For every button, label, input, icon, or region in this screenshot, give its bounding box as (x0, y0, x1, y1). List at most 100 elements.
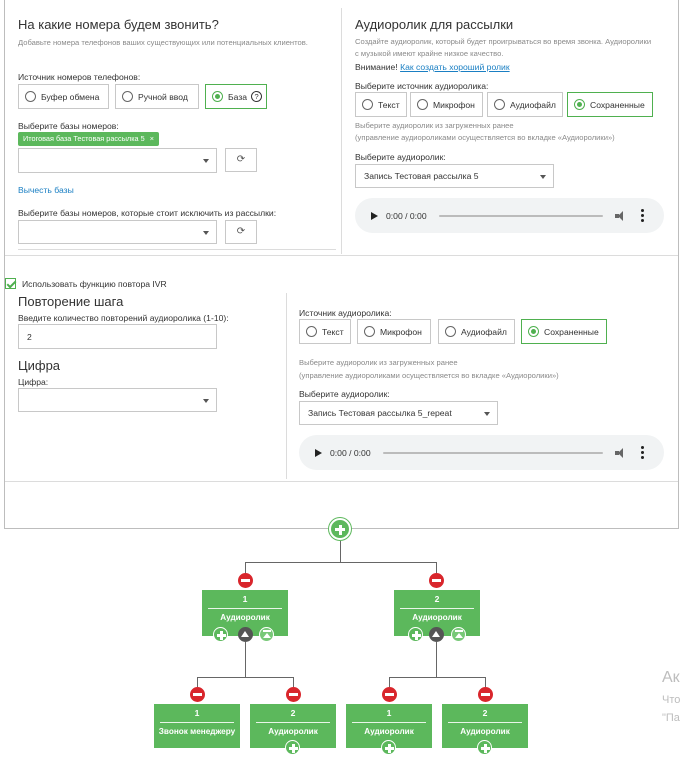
source-base-label: База (228, 91, 248, 102)
remove-step-icon[interactable] (382, 687, 397, 702)
tree-connector (245, 642, 246, 677)
remove-step-icon[interactable] (286, 687, 301, 702)
add-child-icon[interactable] (285, 740, 300, 755)
audio-source-saved-radio[interactable]: Сохраненные (567, 92, 653, 117)
tree-connector (485, 677, 486, 687)
play-icon[interactable] (371, 211, 378, 220)
ivr-repeat-checkbox[interactable] (5, 278, 16, 289)
warning-label: Внимание! (355, 62, 398, 72)
tree-connector (197, 677, 294, 678)
ivr-source-mic-radio[interactable]: Микрофон (357, 319, 431, 344)
audio-progress-track[interactable] (438, 214, 603, 217)
source-base-radio[interactable]: База ? (205, 84, 267, 109)
ivr-source-file-radio[interactable]: Аудиофайл (438, 319, 515, 344)
radio-circle-icon (364, 326, 375, 337)
tree-connector (245, 562, 437, 563)
tree-node-name: Аудиоролик (220, 613, 270, 622)
source-clipboard-radio[interactable]: Буфер обмена (18, 84, 109, 109)
subtract-bases-link[interactable]: Вычесть базы (18, 185, 74, 195)
radio-circle-icon (494, 99, 505, 110)
selected-base-tag[interactable]: Итоговая база Тестовая рассылка 5 × (18, 132, 159, 146)
ivr-audio-select[interactable]: Запись Тестовая рассылка 5_repeat (299, 401, 498, 425)
source-manual-label: Ручной ввод (138, 91, 188, 102)
more-options-icon[interactable] (640, 209, 644, 222)
chevron-down-icon (203, 159, 209, 163)
add-child-icon[interactable] (408, 627, 423, 642)
ivr-audio-player[interactable]: 0:00 / 0:00 (299, 435, 664, 470)
remove-tag-icon[interactable]: × (150, 134, 154, 143)
move-top-icon[interactable] (451, 627, 466, 642)
radio-circle-icon (212, 91, 223, 102)
bases-select[interactable] (18, 148, 217, 173)
remove-step-icon[interactable] (478, 687, 493, 702)
numbers-section-description: Добавьте номера телефонов ваших существу… (18, 38, 308, 47)
tree-node-number: 1 (194, 708, 200, 718)
audio-section-title: Аудиоролик для рассылки (355, 17, 514, 32)
audio-warning: Внимание! Как создать хороший ролик (355, 62, 510, 72)
left-bottom-line (18, 249, 336, 250)
exclude-bases-label: Выберите базы номеров, которые стоит иск… (18, 208, 277, 218)
radio-circle-icon (528, 326, 539, 337)
ivr-source-text-label: Текст (322, 326, 344, 337)
side-panel-heading: Ак (662, 669, 680, 686)
ivr-source-text-radio[interactable]: Текст (299, 319, 351, 344)
audio-select[interactable]: Запись Тестовая рассылка 5 (355, 164, 554, 188)
remove-step-icon[interactable] (429, 573, 444, 588)
bases-label: Выберите базы номеров: (18, 121, 119, 131)
audio-source-file-radio[interactable]: Аудиофайл (487, 92, 563, 117)
more-options-icon[interactable] (640, 446, 644, 459)
help-icon[interactable]: ? (251, 91, 263, 102)
audio-source-mic-radio[interactable]: Микрофон (410, 92, 483, 117)
ivr-hint-line2: (управление аудиороликами осуществляется… (299, 371, 559, 380)
ivr-column-divider (286, 293, 287, 479)
tree-node-number: 2 (482, 708, 488, 718)
radio-circle-icon (122, 91, 133, 102)
tree-node-number: 2 (290, 708, 296, 718)
repeat-step-title: Повторение шага (18, 294, 124, 309)
audio-player[interactable]: 0:00 / 0:00 (355, 198, 664, 233)
ivr-source-saved-radio[interactable]: Сохраненные (521, 319, 607, 344)
move-up-icon[interactable] (429, 627, 444, 642)
add-root-step-icon[interactable] (329, 518, 351, 540)
tree-node-1-1[interactable]: 1 Звонок менеджеру (154, 704, 240, 748)
repeat-count-input[interactable]: 2 (18, 324, 217, 349)
remove-step-icon[interactable] (190, 687, 205, 702)
move-top-icon[interactable] (259, 627, 274, 642)
radio-circle-icon (306, 326, 317, 337)
digit-title: Цифра (18, 358, 61, 373)
column-divider (341, 8, 342, 254)
source-manual-radio[interactable]: Ручной ввод (115, 84, 199, 109)
volume-icon[interactable] (614, 210, 625, 221)
tree-node-name: Аудиоролик (364, 727, 414, 736)
digit-select[interactable] (18, 388, 217, 412)
add-child-icon[interactable] (213, 627, 228, 642)
tree-node-number: 1 (242, 594, 248, 604)
refresh-bases-button[interactable]: ⟳ (225, 148, 257, 172)
repeat-count-label: Введите количество повторений аудиоролик… (18, 313, 229, 323)
ivr-audio-progress-track[interactable] (382, 451, 603, 454)
source-clipboard-label: Буфер обмена (41, 91, 100, 102)
radio-circle-icon (417, 99, 428, 110)
play-icon[interactable] (315, 448, 322, 457)
remove-step-icon[interactable] (238, 573, 253, 588)
refresh-exclude-button[interactable]: ⟳ (225, 220, 257, 244)
radio-circle-icon (445, 326, 456, 337)
add-child-icon[interactable] (477, 740, 492, 755)
add-child-icon[interactable] (381, 740, 396, 755)
ivr-audio-select-label: Выберите аудиоролик: (299, 389, 390, 399)
tree-node-number: 2 (434, 594, 440, 604)
volume-icon[interactable] (614, 447, 625, 458)
audio-source-text-radio[interactable]: Текст (355, 92, 407, 117)
ivr-bottom-separator (5, 481, 678, 482)
how-to-create-link[interactable]: Как создать хороший ролик (400, 62, 510, 72)
exclude-bases-select[interactable] (18, 220, 217, 244)
move-up-icon[interactable] (238, 627, 253, 642)
chevron-down-icon (484, 412, 490, 416)
side-panel-text-1: Что (662, 694, 681, 706)
tree-node-name: Аудиоролик (412, 613, 462, 622)
side-panel-text-2: "Па (662, 712, 680, 724)
radio-circle-icon (362, 99, 373, 110)
ivr-source-saved-label: Сохраненные (544, 326, 599, 337)
audio-source-text-label: Текст (378, 99, 400, 110)
section-separator (5, 255, 678, 256)
